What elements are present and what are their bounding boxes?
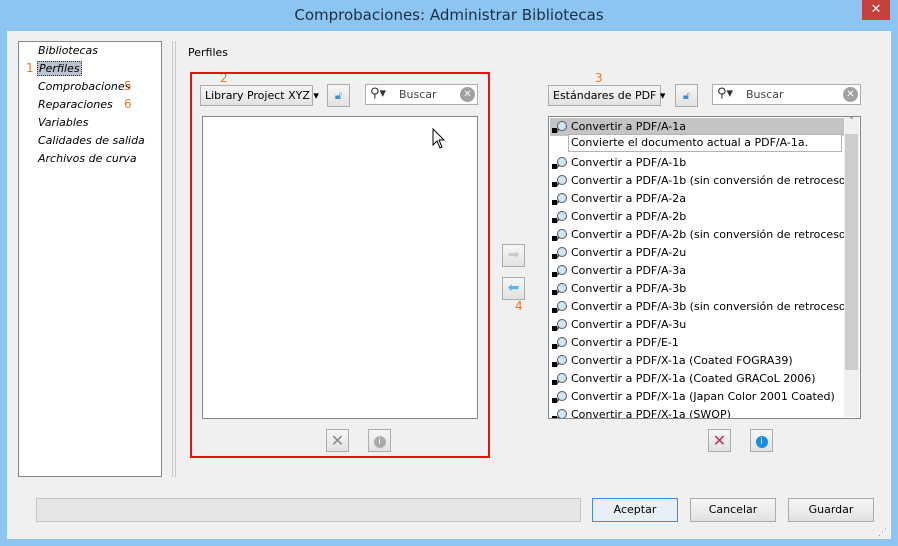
nav-item-calidades[interactable]: Calidades de salida <box>38 134 145 147</box>
unlock-button[interactable]: 🔓︎ <box>327 84 350 107</box>
status-field <box>36 498 581 522</box>
clear-search-icon[interactable]: ✕ <box>843 87 858 102</box>
locked-profile-icon <box>552 246 568 260</box>
profile-name: Convertir a PDF/X-1a (SWOP) <box>571 408 731 419</box>
profile-name: Convertir a PDF/X-1a (Coated GRACoL 2006… <box>571 372 816 385</box>
clear-search-icon[interactable]: ✕ <box>460 87 475 102</box>
library-dropdown-label: Library Project XYZ <box>205 89 310 102</box>
annotation-3: 3 <box>595 71 603 85</box>
scrollbar-thumb[interactable] <box>845 134 858 370</box>
unlock-icon: 🔓︎ <box>334 89 343 102</box>
delete-icon: ✕ <box>712 431 727 450</box>
nav-item-comprobaciones[interactable]: Comprobaciones <box>38 80 130 93</box>
standards-dropdown-label: Estándares de PDF <box>553 89 657 102</box>
annotation-5: 5 <box>124 79 132 93</box>
info-button[interactable]: i <box>368 429 391 452</box>
locked-profile-icon <box>552 318 568 332</box>
annotation-6: 6 <box>124 97 132 111</box>
standards-dropdown[interactable]: Estándares de PDF ▾ <box>548 85 665 106</box>
chevron-down-icon: ▾ <box>659 89 666 102</box>
accept-button[interactable]: Aceptar <box>592 498 678 522</box>
profile-name: Convertir a PDF/A-3a <box>571 264 686 277</box>
search-icon: ⚲▾ <box>370 86 387 101</box>
info-icon: i <box>755 436 768 448</box>
profile-name: Convertir a PDF/A-2b <box>571 210 687 223</box>
profile-name: Convertir a PDF/A-3b (sin conversión de … <box>571 300 850 313</box>
locked-profile-icon <box>552 408 568 418</box>
move-right-button[interactable]: ➡ <box>502 244 525 267</box>
nav-item-archivos-curva[interactable]: Archivos de curva <box>38 152 137 165</box>
info-icon: i <box>373 436 386 448</box>
move-left-button[interactable]: ⬅ <box>502 277 525 300</box>
arrow-right-icon: ➡ <box>507 247 520 263</box>
nav-item-bibliotecas[interactable]: Bibliotecas <box>38 44 98 57</box>
profile-name: Convertir a PDF/A-1b (sin conversión de … <box>571 174 850 187</box>
profile-name: Convertir a PDF/A-3b <box>571 282 687 295</box>
delete-icon: ✕ <box>330 431 345 450</box>
cancel-button[interactable]: Cancelar <box>690 498 776 522</box>
profile-name: Convertir a PDF/A-3u <box>571 318 687 331</box>
right-search-input[interactable]: ⚲▾ Buscar ✕ <box>712 84 861 105</box>
scroll-up-icon[interactable]: ˄ <box>844 117 859 127</box>
locked-profile-icon <box>552 156 568 170</box>
standards-profile-list[interactable]: Convertir a PDF/A-1a Convertir a PDF/A-1b… <box>548 116 861 419</box>
profile-name: Convertir a PDF/A-2u <box>571 246 687 259</box>
locked-profile-icon <box>552 282 568 296</box>
left-search-input[interactable]: ⚲▾ Buscar ✕ <box>365 84 478 105</box>
divider <box>172 41 173 477</box>
locked-profile-icon <box>552 372 568 386</box>
close-button[interactable]: ✕ <box>862 0 890 20</box>
resize-grip-icon[interactable]: ⋰ <box>878 528 887 538</box>
locked-profile-icon <box>552 336 568 350</box>
unlock-icon: 🔓︎ <box>682 89 691 102</box>
locked-profile-icon <box>552 300 568 314</box>
locked-profile-icon <box>552 264 568 278</box>
arrow-left-icon: ⬅ <box>507 280 520 296</box>
section-heading: Perfiles <box>188 46 229 59</box>
info-button-right[interactable]: i <box>750 429 773 452</box>
profile-name: Convertir a PDF/X-1a (Coated FOGRA39) <box>571 354 793 367</box>
category-nav: Bibliotecas Perfiles Comprobaciones Repa… <box>18 41 162 477</box>
mouse-cursor-icon <box>432 128 446 149</box>
locked-profile-icon <box>552 174 568 188</box>
divider <box>175 41 176 477</box>
nav-item-reparaciones[interactable]: Reparaciones <box>38 98 113 111</box>
library-dropdown[interactable]: Library Project XYZ ▾ <box>200 85 319 106</box>
locked-profile-icon <box>552 210 568 224</box>
left-search-placeholder: Buscar <box>399 88 437 101</box>
annotation-4: 4 <box>515 299 523 313</box>
window-title: Comprobaciones: Administrar Bibliotecas <box>294 6 604 24</box>
delete-button-right[interactable]: ✕ <box>708 429 731 452</box>
annotation-1: 1 <box>26 61 34 75</box>
profile-name: Convertir a PDF/A-1b <box>571 156 687 169</box>
profile-name: Convertir a PDF/E-1 <box>571 336 679 349</box>
unlock-button-right[interactable]: 🔓︎ <box>675 84 698 107</box>
profile-tooltip: Convierte el documento actual a PDF/A-1a… <box>568 134 842 152</box>
search-icon: ⚲▾ <box>717 86 734 101</box>
library-profiles-list[interactable] <box>202 116 478 419</box>
profile-name: Convertir a PDF/A-2a <box>571 192 686 205</box>
locked-profile-icon <box>552 120 568 134</box>
locked-profile-icon <box>552 354 568 368</box>
locked-profile-icon <box>552 192 568 206</box>
save-button[interactable]: Guardar <box>788 498 874 522</box>
profile-name: Convertir a PDF/X-1a (Japan Color 2001 C… <box>571 390 835 403</box>
nav-item-variables[interactable]: Variables <box>38 116 88 129</box>
delete-button[interactable]: ✕ <box>326 429 349 452</box>
right-search-placeholder: Buscar <box>746 88 784 101</box>
locked-profile-icon <box>552 228 568 242</box>
nav-item-perfiles[interactable]: Perfiles <box>37 61 82 76</box>
chevron-down-icon: ▾ <box>313 89 319 102</box>
profile-name: Convertir a PDF/A-2b (sin conversión de … <box>571 228 850 241</box>
locked-profile-icon <box>552 390 568 404</box>
